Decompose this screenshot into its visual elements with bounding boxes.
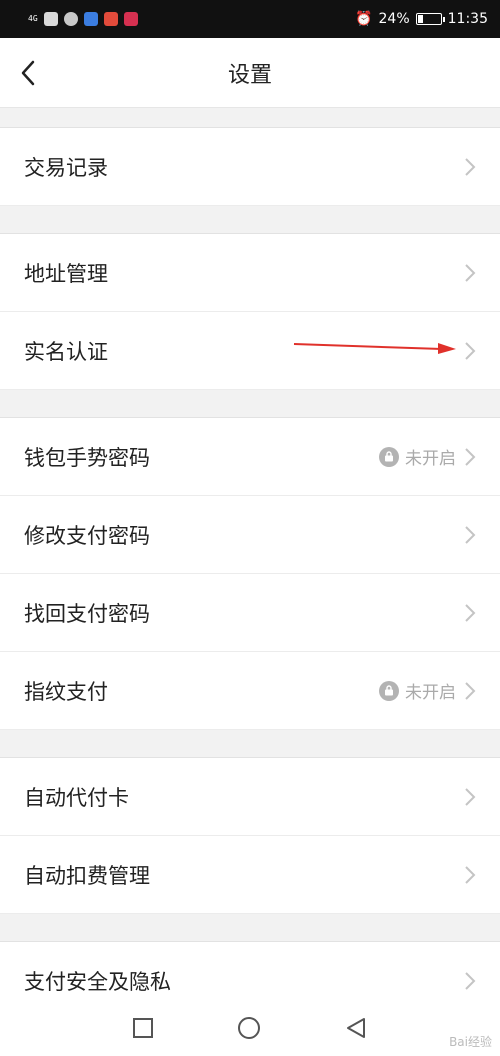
battery-percent: 24% [378, 11, 410, 27]
recent-apps-button[interactable] [132, 1018, 153, 1038]
chevron-right-icon [465, 525, 476, 544]
row-auto-deduction-management[interactable]: 自动扣费管理 [0, 836, 500, 914]
back-triangle-button[interactable] [345, 1017, 367, 1039]
chevron-left-icon [21, 60, 35, 86]
chevron-right-icon [465, 603, 476, 622]
chevron-right-icon [465, 263, 476, 282]
app-notification-icon [123, 12, 138, 26]
section-gap [0, 206, 500, 234]
chevron-right-icon [465, 341, 476, 360]
chevron-right-icon [465, 681, 476, 700]
app-notification-icon [103, 12, 118, 26]
row-transaction-records[interactable]: 交易记录 [0, 128, 500, 206]
alarm-icon: ⏰ [355, 11, 373, 27]
chevron-right-icon [465, 865, 476, 884]
row-wallet-gesture-password[interactable]: 钱包手势密码 未开启 [0, 418, 500, 496]
row-auto-payment-card[interactable]: 自动代付卡 [0, 758, 500, 836]
section-gap [0, 108, 500, 128]
chevron-right-icon [465, 447, 476, 466]
row-label: 支付安全及隐私 [24, 969, 171, 994]
clock: 11:35 [447, 11, 488, 27]
row-label: 自动扣费管理 [24, 863, 150, 888]
status-bar: 4G ⏰ 24% 11:35 [0, 0, 500, 38]
row-label: 交易记录 [24, 155, 108, 180]
watermark: Bai经验 [449, 1035, 492, 1049]
row-label: 找回支付密码 [24, 601, 150, 626]
settings-list: 交易记录 地址管理 实名认证 钱包手势密码 未开启 修改支付密码 找回支付密码 … [0, 108, 500, 1020]
row-label: 实名认证 [24, 339, 108, 364]
lock-icon [379, 680, 399, 701]
row-change-payment-password[interactable]: 修改支付密码 [0, 496, 500, 574]
row-fingerprint-payment[interactable]: 指纹支付 未开启 [0, 652, 500, 730]
section-gap [0, 390, 500, 418]
system-navigation-bar [0, 1000, 500, 1056]
chevron-right-icon [465, 787, 476, 806]
app-notification-icon [83, 12, 98, 26]
annotation-arrow-icon [293, 343, 456, 354]
app-notification-icon [63, 12, 78, 26]
row-address-management[interactable]: 地址管理 [0, 234, 500, 312]
chevron-right-icon [465, 157, 476, 176]
nav-bar: 设置 [0, 38, 500, 108]
status-text: 未开启 [405, 683, 456, 703]
back-button[interactable] [8, 50, 48, 96]
status-text: 未开启 [405, 449, 456, 469]
section-gap [0, 730, 500, 758]
row-label: 修改支付密码 [24, 523, 150, 548]
page-title: 设置 [227, 62, 272, 88]
signal-icon: 4G [28, 14, 38, 23]
row-label: 地址管理 [24, 261, 108, 286]
row-label: 自动代付卡 [24, 785, 129, 810]
row-label: 指纹支付 [24, 679, 108, 704]
battery-icon [415, 13, 445, 25]
chevron-right-icon [465, 971, 476, 990]
section-gap [0, 914, 500, 942]
row-recover-payment-password[interactable]: 找回支付密码 [0, 574, 500, 652]
row-label: 钱包手势密码 [24, 445, 150, 470]
app-notification-icon [43, 12, 58, 26]
lock-icon [379, 446, 399, 467]
home-button[interactable] [237, 1017, 260, 1039]
